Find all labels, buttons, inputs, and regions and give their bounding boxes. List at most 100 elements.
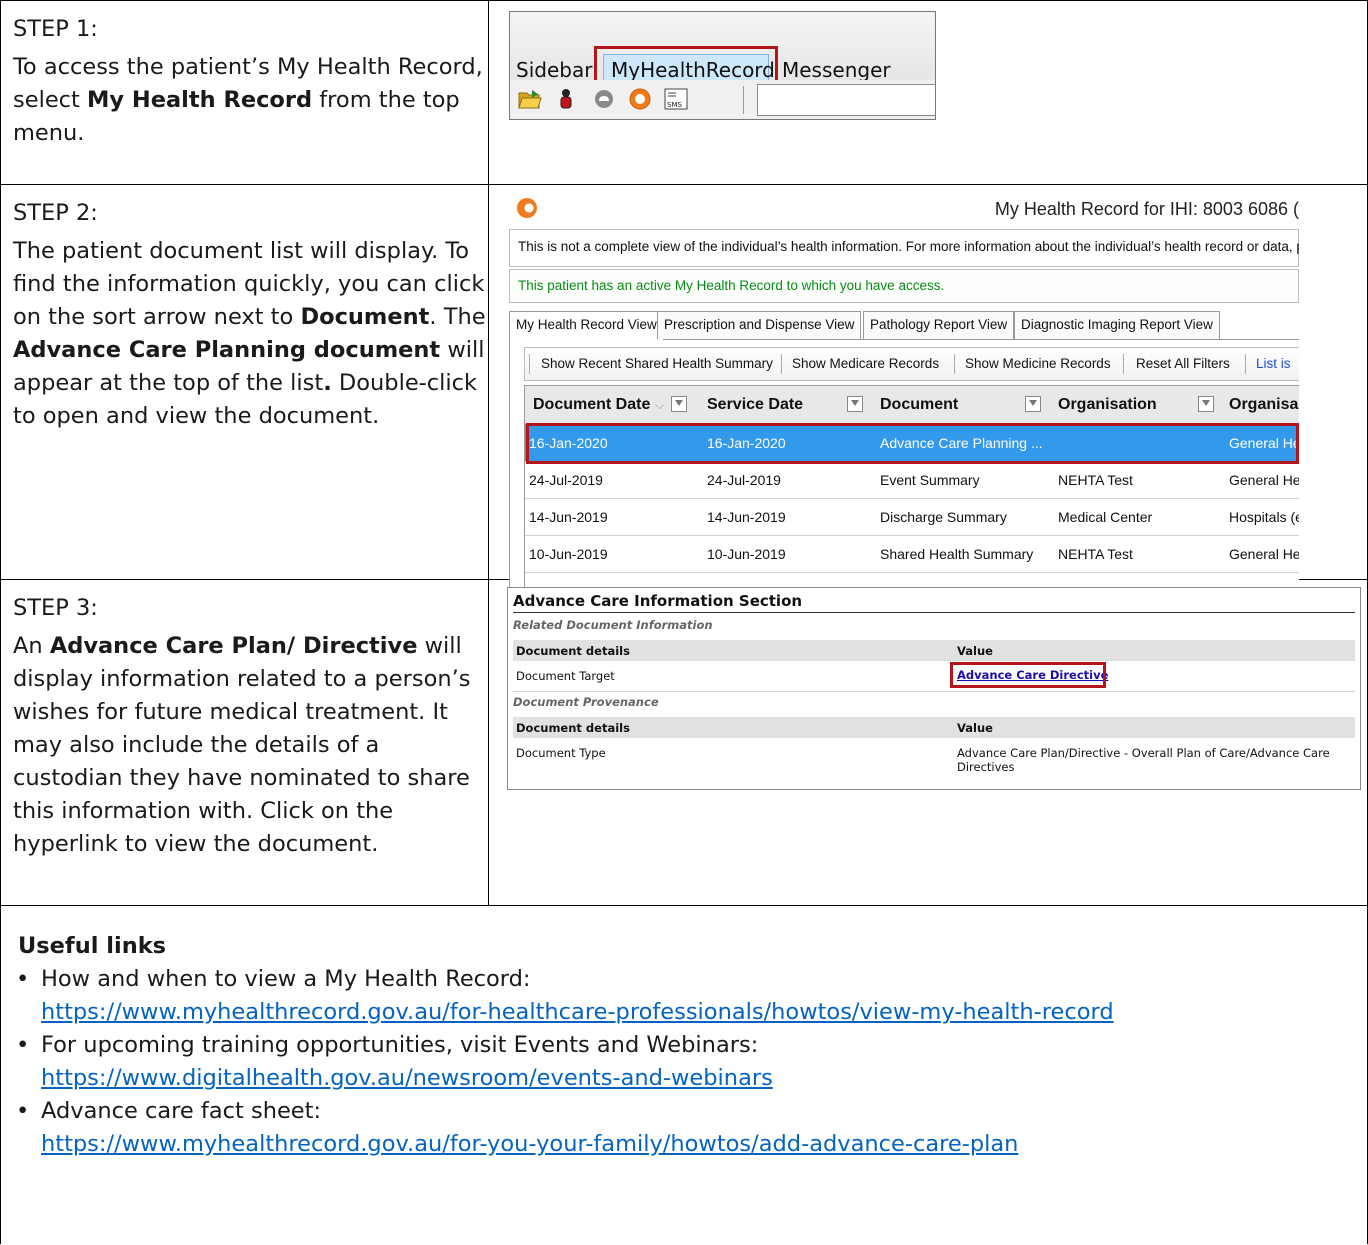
- step-3-label: STEP 3:: [13, 595, 98, 621]
- row-label-document-target: Document Target: [516, 669, 615, 683]
- filter-icon[interactable]: [671, 396, 687, 412]
- table-cell: Hospitals (e: [1229, 509, 1299, 525]
- useful-links-row: Useful links How and when to view a My H…: [1, 906, 1367, 1244]
- list-item: Advance care fact sheet: https://www.myh…: [16, 1095, 1367, 1161]
- cloud-icon[interactable]: [592, 88, 616, 110]
- useful-links-list: How and when to view a My Health Record:…: [16, 963, 1367, 1161]
- table-cell: 10-Jun-2019: [529, 546, 608, 562]
- table-cell: Event Summary: [880, 472, 980, 488]
- menu-bar: Sidebar MyHealthRecord Messenger: [510, 12, 935, 92]
- column-document[interactable]: Document: [880, 396, 958, 414]
- header-value: Value: [957, 644, 993, 658]
- subsection-document-provenance: Document Provenance: [513, 695, 659, 709]
- column-document-date[interactable]: Document Date: [533, 396, 650, 414]
- tab-prescription-and-dispense-view[interactable]: Prescription and Dispense View: [657, 311, 862, 339]
- show-recent-shared-health-summary-button[interactable]: Show Recent Shared Health Summary: [541, 356, 773, 371]
- sort-chevron-icon[interactable]: ⌵: [655, 398, 664, 413]
- svg-text:SMS: SMS: [667, 101, 682, 109]
- table-cell: 24-Jul-2019: [707, 472, 781, 488]
- step-2-text-cell: STEP 2: The patient document list will d…: [1, 185, 489, 579]
- filter-icon[interactable]: [1025, 396, 1041, 412]
- table-cell: NEHTA Test: [1058, 472, 1133, 488]
- table-row[interactable]: 14-Jun-2019 14-Jun-2019 Discharge Summar…: [525, 499, 1299, 536]
- step-1-image-cell: Sidebar MyHealthRecord Messenger SMS: [490, 1, 1367, 184]
- step-1-text-cell: STEP 1: To access the patient’s My Healt…: [1, 1, 489, 184]
- table-cell: 14-Jun-2019: [707, 509, 786, 525]
- step-2-image-cell: My Health Record for IHI: 8003 6086 ( Th…: [490, 185, 1367, 587]
- tab-diagnostic-imaging-report-view[interactable]: Diagnostic Imaging Report View: [1014, 311, 1220, 339]
- list-item: For upcoming training opportunities, vis…: [16, 1029, 1367, 1095]
- header-document-details: Document details: [516, 721, 630, 735]
- list-item: How and when to view a My Health Record:…: [16, 963, 1367, 1029]
- folder-open-icon[interactable]: [518, 88, 542, 110]
- step-3-instructions: An Advance Care Plan/ Directive will dis…: [13, 633, 471, 857]
- menu-item-sidebar[interactable]: Sidebar: [516, 58, 592, 82]
- advance-care-plan-link[interactable]: https://www.myhealthrecord.gov.au/for-yo…: [41, 1131, 1018, 1157]
- table-cell: 14-Jun-2019: [529, 509, 608, 525]
- advance-care-screenshot: Advance Care Information Section Related…: [507, 587, 1361, 790]
- tab-pathology-report-view[interactable]: Pathology Report View: [863, 311, 1015, 339]
- step-3-image-cell: Advance Care Information Section Related…: [490, 580, 1367, 905]
- events-and-webinars-link[interactable]: https://www.digitalhealth.gov.au/newsroo…: [41, 1065, 773, 1091]
- useful-links-heading: Useful links: [18, 933, 167, 959]
- link-description: How and when to view a My Health Record:: [41, 966, 531, 992]
- menu-screenshot: Sidebar MyHealthRecord Messenger SMS: [509, 11, 936, 120]
- toolbar: SMS: [510, 80, 935, 119]
- step-2-row: STEP 2: The patient document list will d…: [1, 185, 1367, 587]
- provenance-header: Document details Value: [513, 717, 1355, 738]
- table-cell: 10-Jun-2019: [707, 546, 786, 562]
- column-organisation[interactable]: Organisation: [1058, 396, 1157, 414]
- show-medicare-records-button[interactable]: Show Medicare Records: [792, 356, 939, 371]
- table-cell: Discharge Summary: [880, 509, 1007, 525]
- table-cell: NEHTA Test: [1058, 546, 1133, 562]
- reset-all-filters-button[interactable]: Reset All Filters: [1136, 356, 1230, 371]
- details-header: Document details Value: [513, 640, 1355, 661]
- header-document-details: Document details: [516, 644, 630, 658]
- table-cell: Medical Center: [1058, 509, 1153, 525]
- table-row[interactable]: 24-Jul-2019 24-Jul-2019 Event Summary NE…: [525, 462, 1299, 499]
- highlight-box: [526, 423, 1299, 464]
- step-3-row: STEP 3: An Advance Care Plan/ Directive …: [1, 580, 1367, 906]
- table-cell: General He: [1229, 472, 1299, 488]
- document-panel: Show Recent Shared Health Summary Show M…: [509, 339, 1299, 587]
- filter-icon[interactable]: [1198, 396, 1214, 412]
- tab-my-health-record-view[interactable]: My Health Record View: [509, 311, 664, 340]
- toolbar-separator: [743, 86, 744, 114]
- table-cell: 24-Jul-2019: [529, 472, 603, 488]
- person-icon[interactable]: [554, 88, 578, 110]
- toolbar-input[interactable]: [757, 84, 935, 116]
- view-tabs: My Health Record View Prescription and D…: [509, 311, 1299, 340]
- menu-item-messenger[interactable]: Messenger: [782, 58, 891, 82]
- link-description: For upcoming training opportunities, vis…: [41, 1032, 759, 1058]
- row-label-document-type: Document Type: [516, 746, 606, 760]
- step-1-row: STEP 1: To access the patient’s My Healt…: [1, 1, 1367, 185]
- app-logo-icon: [517, 198, 537, 218]
- document-type-value-line-2: Directives: [957, 760, 1015, 774]
- column-organisation-type[interactable]: Organisa: [1229, 396, 1298, 414]
- useful-links-section: Useful links How and when to view a My H…: [1, 906, 1367, 1244]
- orange-badge-icon[interactable]: [628, 88, 652, 110]
- filter-toolbar: Show Recent Shared Health Summary Show M…: [524, 347, 1299, 381]
- table-cell: General He: [1229, 546, 1299, 562]
- active-record-notice: This patient has an active My Health Rec…: [509, 269, 1299, 303]
- document-grid: Document Date ⌵ Service Date Document Or…: [524, 385, 1299, 587]
- view-my-health-record-link[interactable]: https://www.myhealthrecord.gov.au/for-he…: [41, 999, 1114, 1025]
- menu-item-myhealthrecord-label: MyHealthRecord: [611, 58, 775, 82]
- column-service-date[interactable]: Service Date: [707, 396, 803, 414]
- document-list-screenshot: My Health Record for IHI: 8003 6086 ( Th…: [509, 193, 1299, 587]
- filter-icon[interactable]: [847, 396, 863, 412]
- step-3-text-cell: STEP 3: An Advance Care Plan/ Directive …: [1, 580, 489, 905]
- highlight-box: [950, 662, 1106, 688]
- show-medicine-records-button[interactable]: Show Medicine Records: [965, 356, 1111, 371]
- table-row[interactable]: 10-Jun-2019 10-Jun-2019 Shared Health Su…: [525, 536, 1299, 573]
- instruction-document: STEP 1: To access the patient’s My Healt…: [0, 0, 1368, 1244]
- window-title: My Health Record for IHI: 8003 6086 (: [994, 199, 1299, 219]
- sms-icon[interactable]: SMS: [664, 88, 688, 110]
- list-status-link[interactable]: List is: [1256, 356, 1291, 371]
- step-2-label: STEP 2:: [13, 200, 98, 226]
- table-cell: Shared Health Summary: [880, 546, 1034, 562]
- subsection-related-document: Related Document Information: [513, 618, 713, 632]
- link-description: Advance care fact sheet:: [41, 1098, 322, 1124]
- step-1-instructions: To access the patient’s My Health Record…: [13, 54, 483, 146]
- window-titlebar: My Health Record for IHI: 8003 6086 (: [509, 193, 1299, 227]
